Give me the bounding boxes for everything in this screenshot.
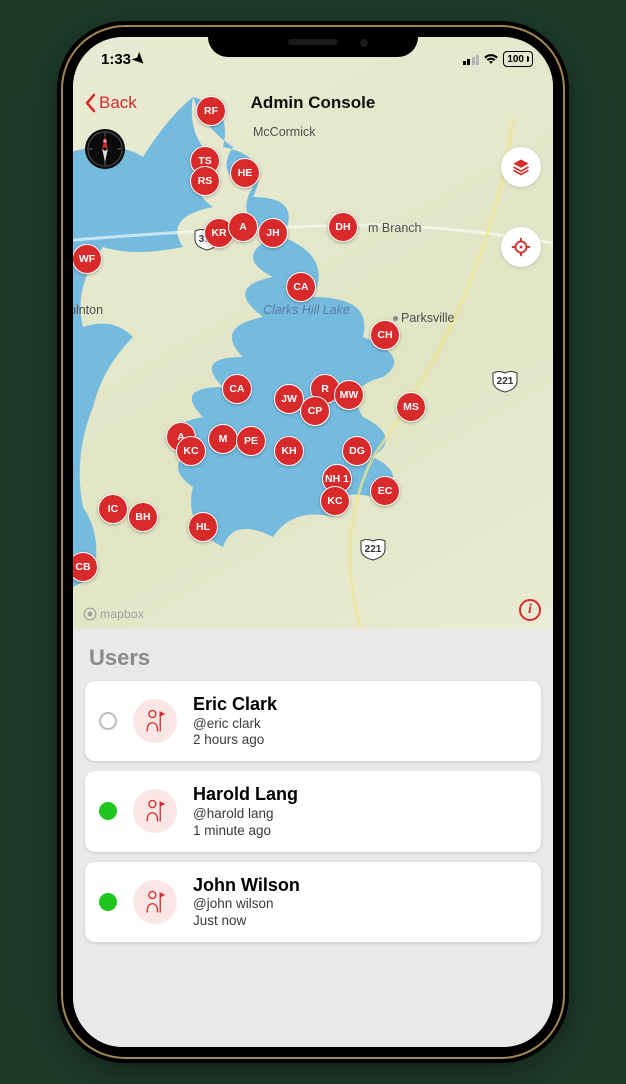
battery-indicator: 100 — [503, 51, 533, 67]
user-card[interactable]: Harold Lang@harold lang1 minute ago — [85, 771, 541, 851]
phone-frame: 1:33➤ 100 Back Admin Console — [63, 27, 563, 1057]
avatar — [133, 699, 177, 743]
map-marker[interactable]: CA — [286, 272, 316, 302]
crosshair-icon — [510, 236, 532, 258]
map-marker[interactable]: A — [228, 212, 258, 242]
status-right: 100 — [463, 51, 533, 67]
map-marker[interactable]: BH — [128, 502, 158, 532]
user-name: Eric Clark — [193, 693, 277, 716]
map-marker[interactable]: KH — [274, 436, 304, 466]
status-time: 1:33➤ — [101, 50, 146, 68]
map-layers-button[interactable] — [501, 147, 541, 187]
avatar — [133, 880, 177, 924]
cell-signal-icon — [463, 54, 480, 65]
chevron-left-icon — [83, 93, 97, 113]
map-city-label: Parksville — [393, 311, 455, 325]
map-marker[interactable]: MS — [396, 392, 426, 422]
user-last-seen: Just now — [193, 913, 300, 930]
nav-bar: Back Admin Console — [73, 81, 553, 125]
presence-indicator — [99, 712, 117, 730]
screen: 1:33➤ 100 Back Admin Console — [73, 37, 553, 1047]
map-marker[interactable]: M — [208, 424, 238, 454]
user-last-seen: 1 minute ago — [193, 823, 298, 840]
map-marker[interactable]: CP — [300, 396, 330, 426]
compass-button[interactable]: N — [85, 129, 125, 169]
user-card[interactable]: John Wilson@john wilsonJust now — [85, 862, 541, 942]
user-handle: @john wilson — [193, 896, 300, 913]
users-heading: Users — [73, 639, 553, 681]
location-arrow-icon: ➤ — [129, 48, 151, 70]
map-city-label: McCormick — [253, 125, 316, 139]
map-marker[interactable]: KC — [176, 436, 206, 466]
phone-notch — [208, 27, 418, 57]
page-title: Admin Console — [73, 93, 553, 113]
back-button[interactable]: Back — [73, 93, 137, 113]
map-city-label: Clarks Hill Lake — [263, 303, 350, 317]
wifi-icon — [483, 53, 499, 65]
user-handle: @eric clark — [193, 716, 277, 733]
map-marker[interactable]: CA — [222, 374, 252, 404]
user-info: Eric Clark@eric clark2 hours ago — [193, 693, 277, 749]
map-attribution: mapbox — [83, 607, 144, 621]
presence-indicator — [99, 893, 117, 911]
map-marker[interactable]: DG — [342, 436, 372, 466]
user-name: Harold Lang — [193, 783, 298, 806]
map-locate-button[interactable] — [501, 227, 541, 267]
map-marker[interactable]: DH — [328, 212, 358, 242]
user-last-seen: 2 hours ago — [193, 732, 277, 749]
map-marker[interactable]: KC — [320, 486, 350, 516]
route-shield: 221 — [491, 369, 519, 393]
user-card[interactable]: Eric Clark@eric clark2 hours ago — [85, 681, 541, 761]
map-marker[interactable]: EC — [370, 476, 400, 506]
map-marker[interactable]: HE — [230, 158, 260, 188]
map-view[interactable]: McCormick m Branch Clarks Hill Lake Parksvi… — [73, 37, 553, 629]
route-shield: 221 — [359, 537, 387, 561]
map-marker[interactable]: RS — [190, 166, 220, 196]
map-info-button[interactable]: i — [519, 599, 541, 621]
svg-text:N: N — [103, 138, 107, 144]
map-marker[interactable]: MW — [334, 380, 364, 410]
back-label: Back — [99, 93, 137, 113]
map-marker[interactable]: PE — [236, 426, 266, 456]
user-info: John Wilson@john wilsonJust now — [193, 874, 300, 930]
avatar — [133, 789, 177, 833]
map-marker[interactable]: HL — [188, 512, 218, 542]
map-marker[interactable]: CH — [370, 320, 400, 350]
user-info: Harold Lang@harold lang1 minute ago — [193, 783, 298, 839]
user-handle: @harold lang — [193, 806, 298, 823]
mapbox-logo-icon — [83, 607, 97, 621]
users-panel: Users Eric Clark@eric clark2 hours ago Ha… — [73, 629, 553, 1047]
map-marker[interactable]: JH — [258, 218, 288, 248]
map-marker[interactable]: IC — [98, 494, 128, 524]
presence-indicator — [99, 802, 117, 820]
map-marker[interactable]: WF — [73, 244, 102, 274]
map-city-label: plnton — [73, 303, 103, 317]
layers-icon — [511, 157, 531, 177]
map-city-label: m Branch — [368, 221, 422, 235]
user-name: John Wilson — [193, 874, 300, 897]
